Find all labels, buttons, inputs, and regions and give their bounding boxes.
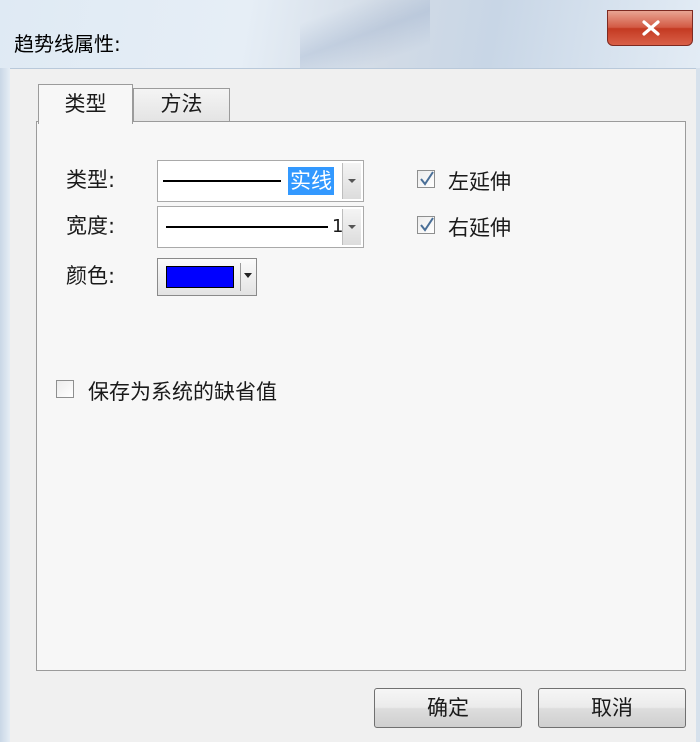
tab-method[interactable]: 方法: [133, 88, 230, 121]
extend-left-checkbox[interactable]: [417, 170, 435, 188]
save-default-checkbox[interactable]: [56, 380, 74, 398]
extend-right-checkbox[interactable]: [417, 216, 435, 234]
chevron-down-icon[interactable]: [342, 163, 361, 199]
extend-left-label: 左延伸: [448, 170, 511, 194]
save-default-label: 保存为系统的缺省值: [88, 380, 277, 404]
title-bar: 趋势线属性:: [0, 0, 700, 69]
color-swatch: [166, 266, 234, 288]
color-picker-button[interactable]: [157, 258, 257, 296]
checkmark-icon: [420, 217, 434, 232]
width-line-preview: [166, 226, 328, 228]
color-label: 颜色:: [66, 264, 116, 288]
checkmark-icon: [420, 171, 434, 186]
extend-right-label: 右延伸: [448, 216, 511, 240]
close-button[interactable]: [607, 10, 693, 46]
cancel-button[interactable]: 取消: [538, 688, 686, 728]
color-picker-divider: [240, 263, 241, 291]
solid-line-preview: [163, 180, 281, 182]
window-right-border: [696, 68, 700, 742]
ok-button[interactable]: 确定: [374, 688, 522, 728]
chevron-down-icon: [244, 273, 252, 278]
window-left-border: [0, 68, 10, 742]
width-label: 宽度:: [66, 214, 116, 238]
type-label: 类型:: [66, 168, 116, 192]
line-type-value: 实线: [288, 167, 334, 195]
window-title: 趋势线属性:: [14, 32, 121, 56]
title-bar-decoration: [300, 0, 430, 68]
line-type-combo[interactable]: 实线: [157, 160, 364, 202]
line-width-combo[interactable]: 1: [157, 206, 364, 248]
close-x-icon: [642, 20, 660, 36]
tab-type[interactable]: 类型: [38, 84, 133, 124]
chevron-down-icon[interactable]: [342, 209, 361, 245]
